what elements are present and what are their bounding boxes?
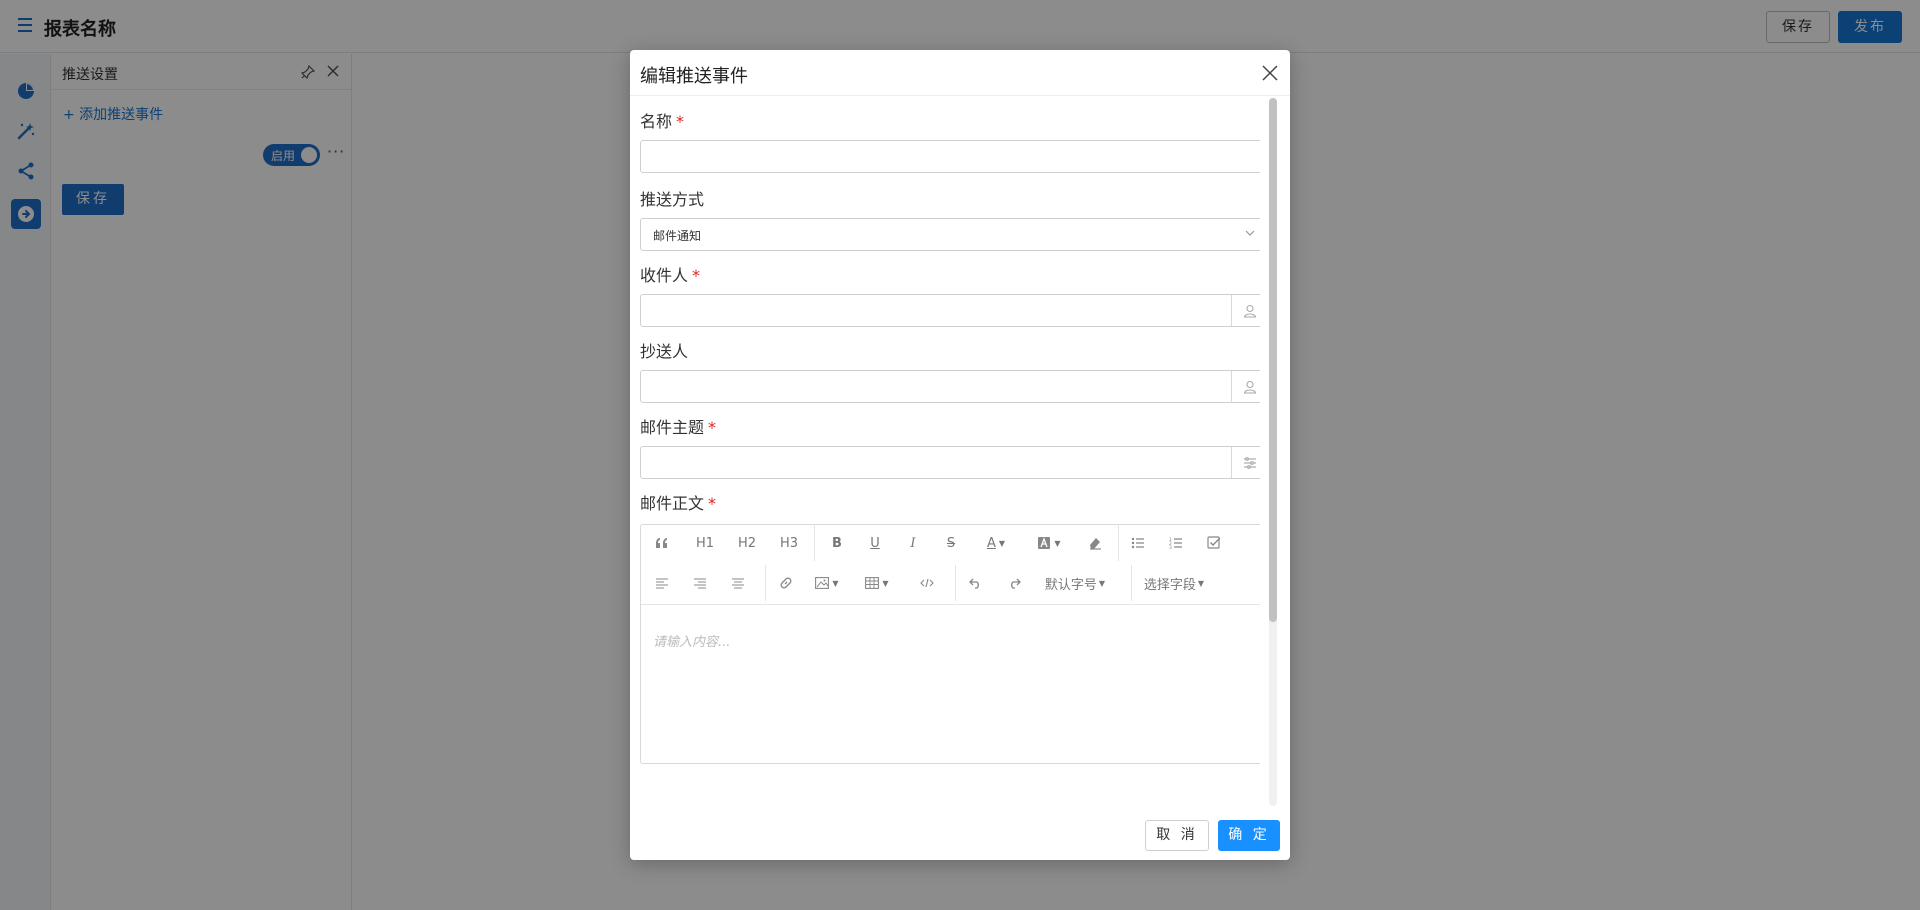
recipients-input[interactable] [640,294,1260,327]
checklist-icon[interactable] [1204,533,1224,553]
font-color-button[interactable]: A ▼ [981,533,1011,553]
code-icon[interactable] [916,573,938,593]
edit-push-event-dialog: 编辑推送事件 名称 * 推送方式 邮件通知 收件人 * 抄送人 邮件主题 * 邮… [630,50,1290,860]
eraser-icon[interactable] [1085,533,1105,553]
dialog-scrollbar[interactable] [1269,98,1277,806]
chevron-down-icon [1245,230,1255,236]
method-selected-value: 邮件通知 [653,229,702,243]
toolbar-divider [955,565,956,601]
bold-button[interactable]: B [827,533,847,553]
heading-1-button[interactable]: H1 [693,533,717,553]
table-icon[interactable]: ▼ [863,573,891,593]
editor-placeholder[interactable]: 请输入内容... [653,631,730,650]
underline-button[interactable]: U [865,533,885,553]
link-icon[interactable] [775,573,797,593]
font-size-select[interactable]: 默认字号 ▼ [1041,573,1109,593]
italic-button[interactable]: I [903,533,923,553]
undo-icon[interactable] [965,573,987,593]
method-select[interactable]: 邮件通知 [640,218,1260,251]
bullet-list-icon[interactable] [1128,533,1148,553]
redo-icon[interactable] [1003,573,1025,593]
toolbar-divider [1118,525,1119,561]
toolbar-divider [814,525,815,561]
quote-icon[interactable] [651,533,673,553]
field-settings-icon[interactable] [1231,447,1260,478]
image-icon[interactable]: ▼ [813,573,841,593]
subject-input[interactable] [640,446,1260,479]
editor-toolbar: H1 H2 H3 B U I S A ▼ ▼ 1 2 3 ▼ ▼ 默认字号 ▼ … [641,525,1260,605]
toolbar-divider [765,565,766,601]
cancel-button[interactable]: 取 消 [1145,820,1209,851]
body-label: 邮件正文 * [640,494,717,513]
numbered-list-icon[interactable]: 123 [1166,533,1186,553]
user-picker-icon[interactable] [1231,295,1260,326]
close-icon[interactable] [1260,63,1280,83]
strikethrough-button[interactable]: S [941,533,961,553]
rich-text-editor: H1 H2 H3 B U I S A ▼ ▼ 1 2 3 ▼ ▼ 默认字号 ▼ … [640,524,1260,764]
cc-label: 抄送人 [640,342,689,361]
align-right-icon[interactable] [689,573,711,593]
heading-2-button[interactable]: H2 [735,533,759,553]
align-left-icon[interactable] [651,573,673,593]
dialog-title: 编辑推送事件 [640,66,748,87]
name-input[interactable] [640,140,1260,173]
cc-input[interactable] [640,370,1260,403]
scrollbar-thumb[interactable] [1269,98,1277,622]
subject-label: 邮件主题 * [640,418,717,437]
background-color-icon[interactable]: ▼ [1035,533,1063,553]
dialog-body: 名称 * 推送方式 邮件通知 收件人 * 抄送人 邮件主题 * 邮件正文 * H… [640,96,1260,808]
select-field-dropdown[interactable]: 选择字段 ▼ [1139,573,1209,593]
name-label: 名称 * [640,112,685,131]
method-label: 推送方式 [640,190,705,209]
recipients-label: 收件人 * [640,266,701,285]
svg-text:3: 3 [1169,545,1172,550]
align-center-icon[interactable] [727,573,749,593]
confirm-button[interactable]: 确 定 [1218,820,1280,851]
toolbar-divider [1131,565,1132,601]
user-picker-icon[interactable] [1231,371,1260,402]
heading-3-button[interactable]: H3 [777,533,801,553]
